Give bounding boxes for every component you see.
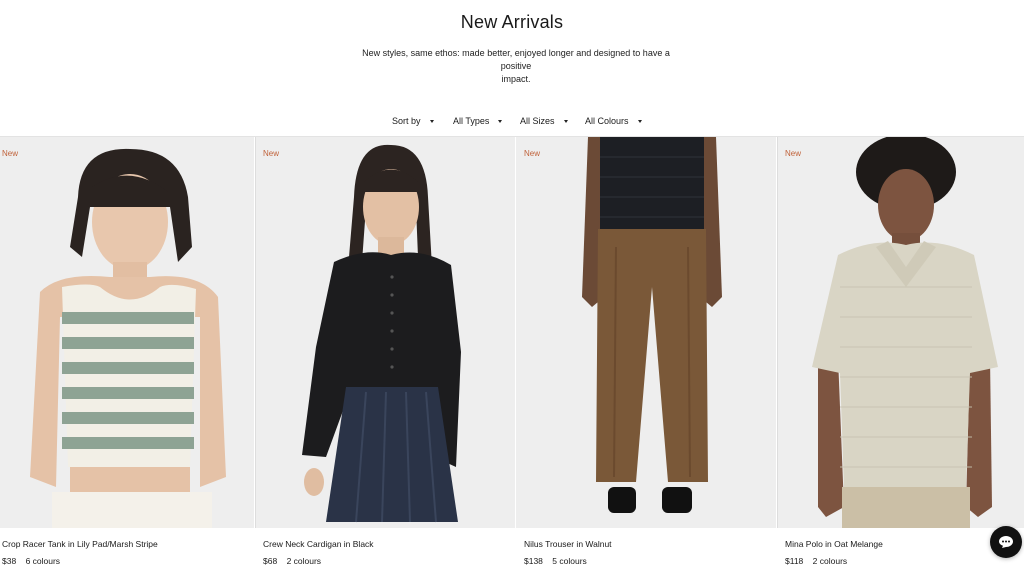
product-colours[interactable]: 6 colours bbox=[26, 556, 61, 566]
colour-filter-dropdown[interactable]: All Colours bbox=[585, 116, 642, 126]
product-price: $118 bbox=[785, 556, 804, 566]
chat-bubble-icon bbox=[998, 535, 1014, 549]
product-card[interactable]: New Crop Racer Tank in Lily Pad/Marsh St… bbox=[0, 137, 254, 572]
subtitle-line-1: New styles, same ethos: made better, enj… bbox=[362, 48, 670, 71]
new-badge: New bbox=[2, 149, 19, 158]
colour-filter-label: All Colours bbox=[585, 116, 629, 126]
new-badge: New bbox=[524, 149, 541, 158]
product-price: $68 bbox=[263, 556, 278, 566]
page-title: New Arrivals bbox=[460, 12, 564, 32]
product-card[interactable]: New Nilus Trouser in Walnut $138 5 colou… bbox=[516, 137, 776, 572]
product-colours[interactable]: 2 colours bbox=[813, 556, 848, 566]
product-name[interactable]: Crop Racer Tank in Lily Pad/Marsh Stripe bbox=[2, 539, 158, 549]
product-image[interactable] bbox=[516, 137, 776, 528]
sort-by-label: Sort by bbox=[392, 116, 421, 126]
chat-button[interactable] bbox=[990, 526, 1022, 558]
page-header: New Arrivals New styles, same ethos: mad… bbox=[0, 0, 1024, 137]
product-name[interactable]: Crew Neck Cardigan in Black bbox=[263, 539, 374, 549]
subtitle-line-2: impact. bbox=[501, 74, 531, 84]
product-card[interactable]: New Crew Neck Cardigan in Black $68 2 co… bbox=[255, 137, 515, 572]
product-price: $138 bbox=[524, 556, 543, 566]
product-name[interactable]: Mina Polo in Oat Melange bbox=[785, 539, 883, 549]
filter-bar: Sort by All Types All Sizes All Colours bbox=[0, 116, 1024, 130]
product-image[interactable] bbox=[777, 137, 1024, 528]
new-badge: New bbox=[263, 149, 280, 158]
caret-down-icon bbox=[498, 119, 503, 123]
size-filter-label: All Sizes bbox=[520, 116, 555, 126]
type-filter-dropdown[interactable]: All Types bbox=[453, 116, 503, 126]
type-filter-label: All Types bbox=[453, 116, 490, 126]
product-meta: $38 6 colours bbox=[2, 556, 60, 566]
product-grid: New Crop Racer Tank in Lily Pad/Marsh St… bbox=[0, 136, 1024, 572]
sort-by-dropdown[interactable]: Sort by bbox=[392, 116, 434, 126]
product-colours[interactable]: 5 colours bbox=[552, 556, 587, 566]
caret-down-icon bbox=[429, 119, 434, 123]
product-image[interactable] bbox=[255, 137, 515, 528]
product-image[interactable] bbox=[0, 137, 254, 528]
product-meta: $68 2 colours bbox=[263, 556, 321, 566]
product-meta: $118 2 colours bbox=[785, 556, 847, 566]
new-badge: New bbox=[785, 149, 802, 158]
product-meta: $138 5 colours bbox=[524, 556, 587, 566]
size-filter-dropdown[interactable]: All Sizes bbox=[520, 116, 568, 126]
product-colours[interactable]: 2 colours bbox=[287, 556, 322, 566]
caret-down-icon bbox=[637, 119, 642, 123]
page-subtitle: New styles, same ethos: made better, enj… bbox=[352, 47, 680, 86]
caret-down-icon bbox=[563, 119, 568, 123]
product-price: $38 bbox=[2, 556, 17, 566]
product-name[interactable]: Nilus Trouser in Walnut bbox=[524, 539, 612, 549]
product-card[interactable]: New Mina Polo in Oat Melange $118 2 colo… bbox=[777, 137, 1024, 572]
